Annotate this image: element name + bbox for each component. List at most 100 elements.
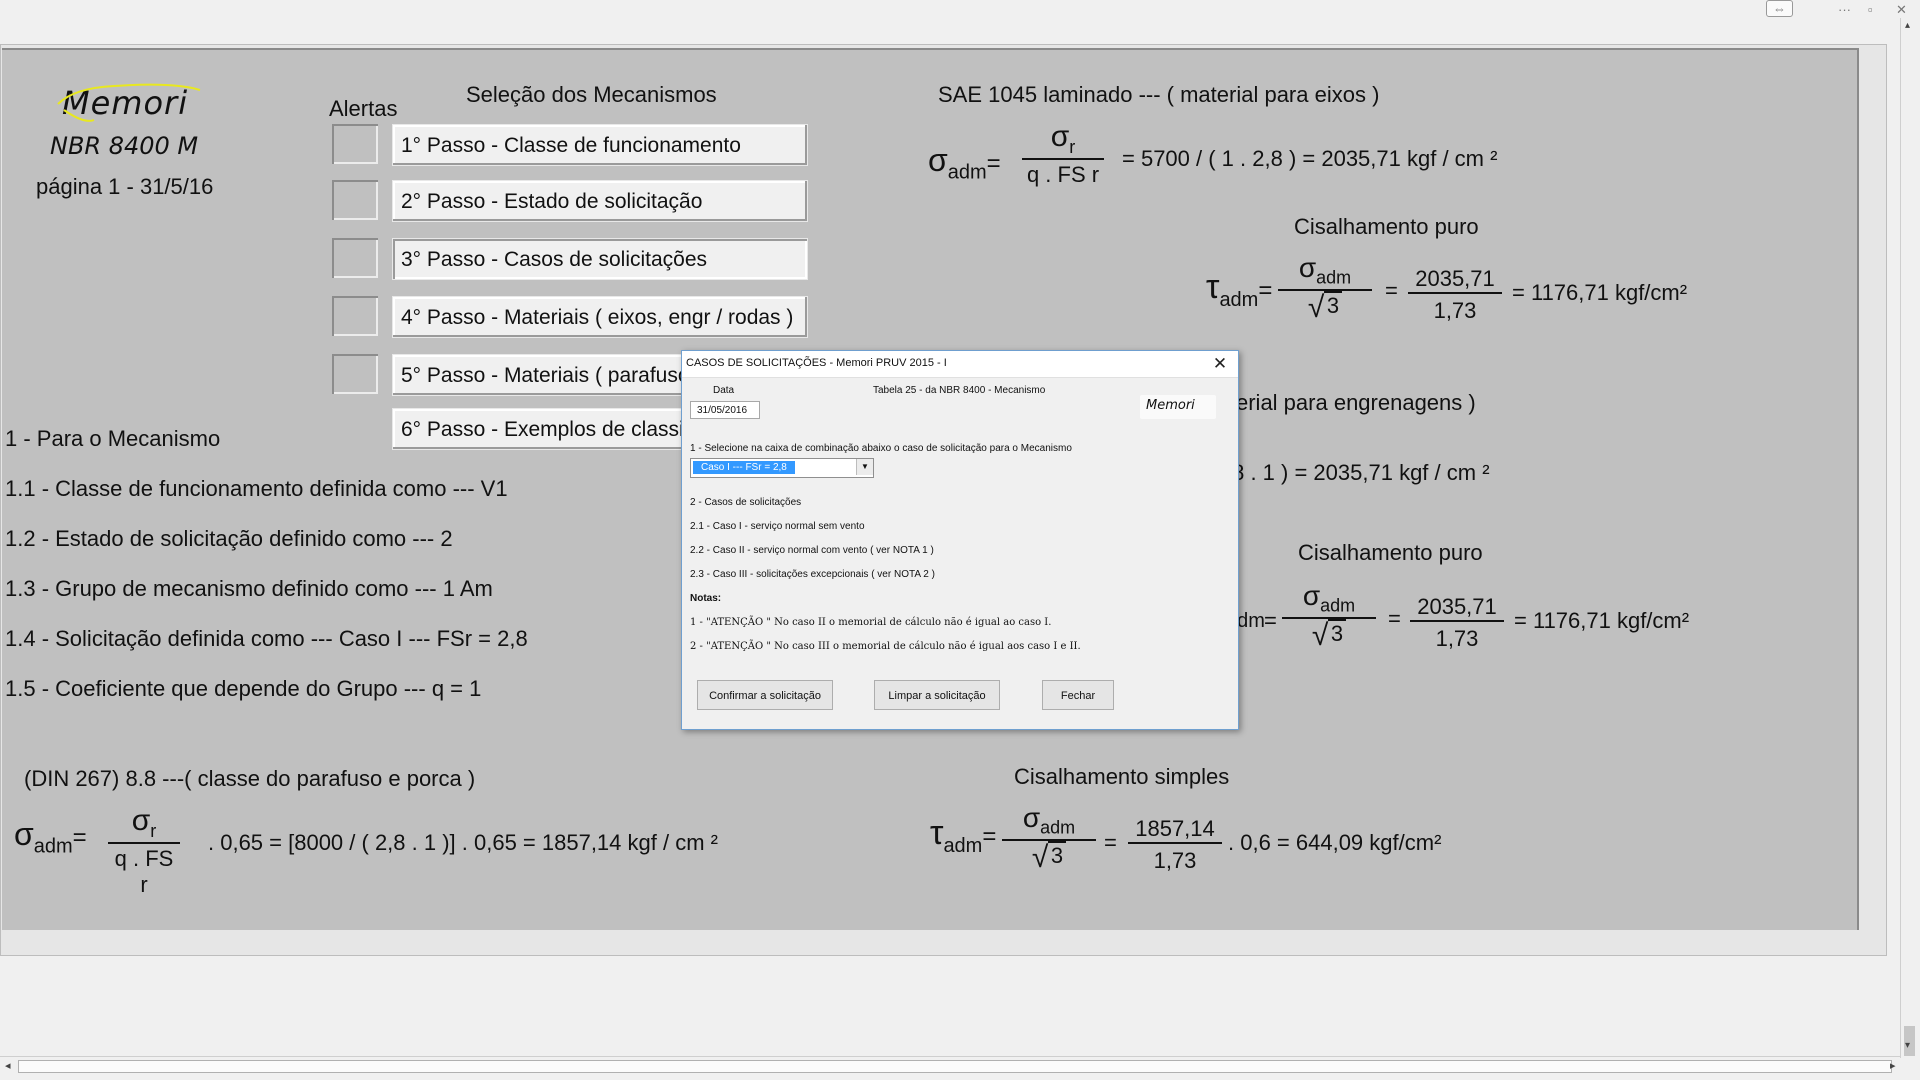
step-1-button[interactable]: 1° Passo - Classe de funcionamento (392, 124, 808, 166)
dialog-close-icon[interactable]: ✕ (1206, 353, 1234, 375)
shear1-numerator: 2035,71 (1415, 266, 1495, 291)
scroll-up-icon[interactable]: ▴ (1905, 20, 1910, 31)
sigma-symbol: σ (131, 804, 151, 837)
shear2-fraction-2: 2035,71 1,73 (1410, 594, 1504, 652)
instruction-text: 1 - Selecione na caixa de combinação aba… (690, 443, 1072, 454)
close-icon[interactable]: ✕ (1896, 2, 1907, 18)
chevron-down-icon[interactable]: ▼ (856, 459, 873, 475)
alert-indicator-5 (332, 354, 378, 394)
step-4-button[interactable]: 4° Passo - Materiais ( eixos, engr / rod… (392, 296, 808, 338)
page-info: página 1 - 31/5/16 (36, 174, 214, 199)
sigma-symbol: σ (14, 816, 34, 852)
scroll-left-icon[interactable]: ◂ (5, 1059, 11, 1072)
shear2-numerator: 2035,71 (1417, 594, 1497, 619)
sae-lhs: σadm= (928, 142, 1001, 184)
equals-sign: = (982, 823, 997, 850)
selection-title: Seleção dos Mecanismos (466, 82, 717, 107)
adm-subscript: adm (33, 835, 73, 858)
shear2-fraction: σadm √ 3 (1282, 580, 1376, 650)
note-item-2: 2 - "ATENÇÃO " No caso III o memorial de… (690, 641, 1081, 652)
sqrt-icon: √ (1307, 290, 1325, 324)
sae-result: = 5700 / ( 1 . 2,8 ) = 2035,71 kgf / cm … (1122, 146, 1498, 171)
sigma-symbol: σ (928, 142, 948, 178)
notes-header: Notas: (690, 593, 722, 604)
alert-indicator-2 (332, 180, 378, 220)
horizontal-scroll-track[interactable] (18, 1060, 1892, 1073)
table-reference: Tabela 25 - da NBR 8400 - Mecanismo (873, 385, 1046, 396)
alert-indicator-4 (332, 296, 378, 336)
logo-swoosh-icon (57, 83, 201, 122)
scroll-right-icon[interactable]: ▸ (1890, 1059, 1896, 1072)
resize-icon[interactable]: ⇔ (1766, 0, 1793, 17)
clear-solicitation-button[interactable]: Limpar a solicitação (874, 680, 1000, 710)
equals-sign: = (1104, 830, 1117, 855)
shear3-title: Cisalhamento simples (1014, 764, 1230, 789)
din-title: (DIN 267) 8.8 ---( classe do parafuso e … (24, 766, 476, 791)
tau-symbol: τ (930, 814, 944, 852)
sigma-symbol: σ (1298, 252, 1317, 283)
memori-logo: Memori (57, 83, 201, 122)
alert-indicator-1 (332, 124, 378, 164)
case-combobox[interactable]: Caso I --- FSr = 2,8 ▼ (690, 458, 874, 478)
date-field[interactable]: 31/05/2016 (690, 401, 760, 419)
din-lhs: σadm= (14, 816, 87, 858)
shear1-lhs: τadm= (1206, 268, 1272, 312)
cases-header: 2 - Casos de solicitações (690, 497, 802, 508)
equals-sign: = (1264, 608, 1277, 633)
r-subscript: r (150, 821, 157, 841)
shear2-denominator: 1,73 (1410, 620, 1504, 652)
sigma-symbol: σ (1050, 120, 1070, 153)
shear3-fraction-2: 1857,14 1,73 (1128, 816, 1222, 874)
alert-indicator-3 (332, 238, 378, 278)
shear1-result: = 1176,71 kgf/cm² (1512, 280, 1688, 305)
din-fraction: σr q . FS r (108, 804, 180, 898)
combo-selected-value: Caso I --- FSr = 2,8 (693, 461, 795, 474)
scroll-down-icon[interactable]: ▾ (1905, 1040, 1910, 1051)
dialog-title-bar[interactable]: CASOS DE SOLICITAÇÕES - Memori PRUV 2015… (682, 351, 1238, 378)
more-icon[interactable]: ··· (1838, 2, 1851, 17)
shear1-title: Cisalhamento puro (1294, 214, 1479, 239)
step-3-button[interactable]: 3° Passo - Casos de solicitações (392, 238, 808, 280)
sqrt-3: √ 3 (1312, 618, 1347, 650)
sqrt-3: √ 3 (1032, 840, 1067, 872)
shear3-result: . 0,6 = 644,09 kgf/cm² (1228, 830, 1442, 855)
shear1-fraction: σadm √ 3 (1278, 252, 1372, 322)
sae-fraction: σr q . FS r (1022, 120, 1104, 188)
adm-subscript: adm (947, 161, 987, 184)
step-2-button[interactable]: 2° Passo - Estado de solicitação (392, 180, 808, 222)
shear1-fraction-2: 2035,71 1,73 (1408, 266, 1502, 324)
summary-line-2: 1.2 - Estado de solicitação definido com… (5, 526, 453, 551)
dialog-memori-logo: Memori (1140, 395, 1216, 419)
summary-line-5: 1.5 - Coeficiente que depende do Grupo -… (5, 676, 482, 701)
summary-line-0: 1 - Para o Mecanismo (5, 426, 221, 451)
adm-subscript: adm (1320, 595, 1356, 616)
din-result: . 0,65 = [8000 / ( 2,8 . 1 )] . 0,65 = 1… (208, 830, 718, 855)
vertical-scrollbar[interactable]: ▴ ▾ (1900, 18, 1919, 1058)
sigma-symbol: σ (1302, 580, 1321, 611)
sae-denominator: q . FS r (1022, 158, 1104, 188)
summary-line-1: 1.1 - Classe de funcionamento definida c… (5, 476, 508, 501)
shear1-denominator: 1,73 (1408, 292, 1502, 324)
norm-label: NBR 8400 M (50, 132, 199, 160)
horizontal-scrollbar[interactable]: ◂ ▸ (0, 1056, 1900, 1075)
alerts-label: Alertas (329, 96, 398, 121)
summary-line-4: 1.4 - Solicitação definida como --- Caso… (5, 626, 528, 651)
adm-subscript: adm (1316, 267, 1352, 288)
sigma-symbol: σ (1022, 802, 1041, 833)
close-dialog-button[interactable]: Fechar (1042, 680, 1114, 710)
equals-sign: = (1385, 278, 1398, 303)
equals-sign: = (986, 150, 1001, 177)
casos-solicitacoes-dialog: CASOS DE SOLICITAÇÕES - Memori PRUV 2015… (681, 350, 1239, 730)
gear-title: erial para engrenagens ) (1236, 390, 1476, 415)
sae-title: SAE 1045 laminado --- ( material para ei… (938, 82, 1380, 107)
window-top-bar: ⇔ ··· ▫ ✕ (0, 0, 1920, 20)
r-subscript: r (1069, 137, 1076, 157)
shear2-result: = 1176,71 kgf/cm² (1514, 608, 1690, 633)
summary-line-3: 1.3 - Grupo de mecanismo definido como -… (5, 576, 493, 601)
confirm-solicitation-button[interactable]: Confirmar a solicitação (697, 680, 833, 710)
restore-icon[interactable]: ▫ (1868, 2, 1873, 17)
adm-subscript: adm (1219, 288, 1259, 311)
adm-subscript: adm (943, 834, 983, 857)
case-item-3: 2.3 - Caso III - solicitações excepciona… (690, 569, 935, 580)
din-denominator: q . FS r (108, 842, 180, 898)
